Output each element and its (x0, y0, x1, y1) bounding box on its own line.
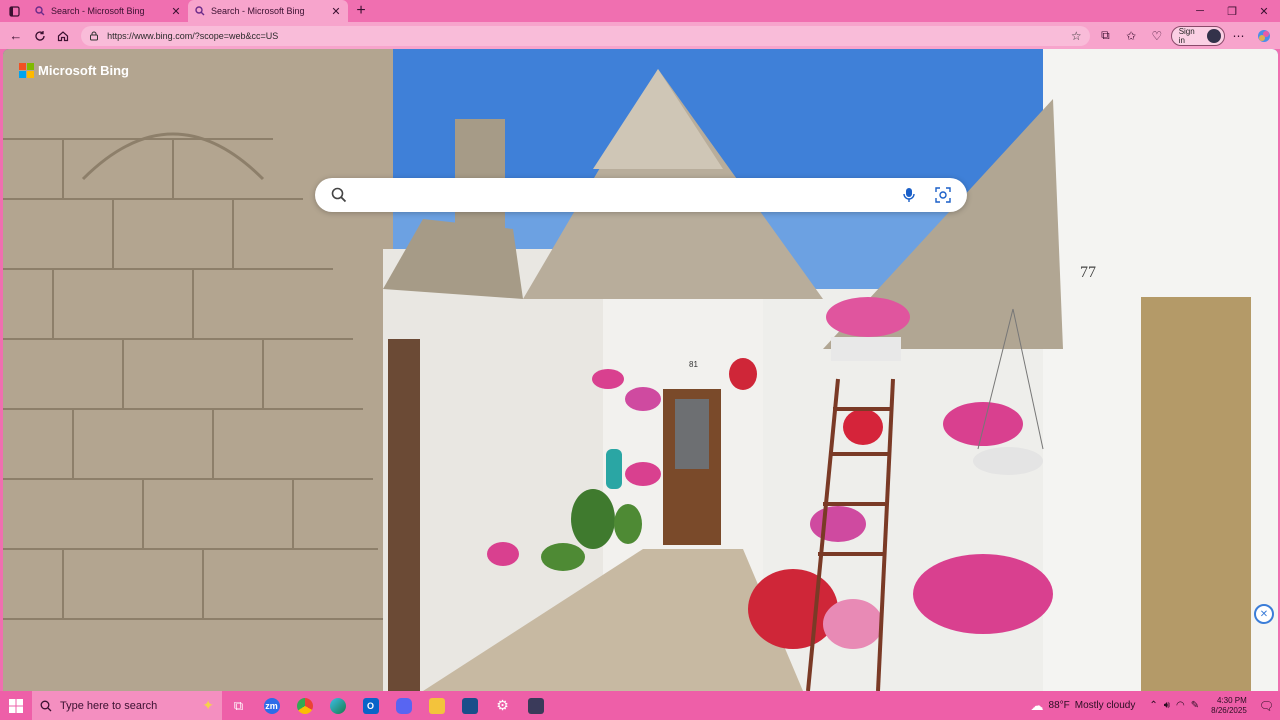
bing-page: 77 81 Microsoft Bing ✕ (3, 49, 1278, 691)
browser-essentials-icon[interactable]: ♡ (1145, 25, 1169, 47)
tab-title: Search - Microsoft Bing (211, 6, 305, 16)
maximize-icon[interactable]: ❐ (1216, 0, 1248, 22)
site-info-icon[interactable] (89, 31, 99, 41)
door-number: 81 (689, 360, 698, 369)
windows-logo-icon (9, 698, 23, 713)
refresh-icon (34, 30, 45, 41)
sign-in-button[interactable]: Sign in (1170, 25, 1225, 46)
gear-icon: ⚙ (496, 697, 509, 713)
chrome-icon (296, 697, 313, 714)
zoom-app[interactable]: zm (255, 691, 288, 720)
extensions-icon[interactable]: ⧉ (1094, 25, 1118, 47)
tool-icon: ✕ (1259, 608, 1269, 620)
notifications-icon[interactable]: 🗨︎ (1259, 699, 1274, 713)
sidebar-tool-button[interactable]: ✕ (1254, 604, 1274, 624)
home-icon (58, 30, 69, 41)
zoom-icon: zm (263, 697, 280, 714)
system-tray: ☁ 88°F Mostly cloudy ⌃ 🔊︎ ◠ ✎ 4:30 PM 8/… (1031, 691, 1280, 720)
weather-text: Mostly cloudy (1074, 700, 1136, 711)
outlook-app[interactable]: O (354, 691, 387, 720)
settings-app[interactable]: ⚙ (486, 691, 519, 720)
refresh-button[interactable] (28, 25, 52, 47)
search-input[interactable] (361, 187, 897, 203)
edge-icon (329, 697, 346, 714)
bing-logo[interactable]: Microsoft Bing (19, 63, 129, 78)
outlook-icon: O (362, 697, 379, 714)
minimize-icon[interactable]: ─ (1184, 0, 1216, 22)
background-image: 77 81 (3, 49, 1278, 691)
house-number: 77 (1080, 264, 1096, 281)
browser-toolbar: ← https://www.bing.com/?scope=web&cc=US … (0, 22, 1280, 49)
clock-time: 4:30 PM (1216, 695, 1247, 705)
camera-app[interactable] (453, 691, 486, 720)
back-button[interactable]: ← (4, 25, 28, 47)
avatar-icon (1206, 28, 1221, 43)
discord-icon (395, 697, 412, 714)
tab-strip: Search - Microsoft Bing ✕ Search - Micro… (0, 0, 1280, 22)
bing-search-icon (194, 6, 205, 17)
address-bar[interactable]: https://www.bing.com/?scope=web&cc=US ☆ (81, 25, 1090, 46)
tab-2[interactable]: Search - Microsoft Bing ✕ (188, 0, 348, 22)
favorite-star-icon[interactable]: ☆ (1071, 29, 1082, 43)
window-controls: ─ ❐ ✕ (1184, 0, 1280, 22)
task-view-icon: ⧉ (233, 697, 244, 713)
clock[interactable]: 4:30 PM 8/26/2025 (1211, 696, 1247, 716)
folder-icon (428, 697, 445, 714)
taskbar-search[interactable]: Type here to search ✦ (32, 691, 222, 720)
volume-icon[interactable]: 🔊︎ (1164, 700, 1170, 711)
close-tab-icon[interactable]: ✕ (170, 5, 182, 18)
wifi-icon[interactable]: ◠ (1176, 700, 1185, 711)
task-view-button[interactable]: ⧉ (222, 691, 255, 720)
copilot-icon[interactable] (1252, 25, 1276, 47)
home-button[interactable] (51, 25, 75, 47)
visual-search-icon[interactable] (931, 183, 955, 207)
favorites-icon[interactable]: ✩ (1119, 25, 1143, 47)
weather-widget[interactable]: ☁ 88°F Mostly cloudy (1031, 698, 1136, 714)
search-highlight-icon: ✦ (202, 697, 214, 713)
bing-logo-text: Microsoft Bing (38, 63, 129, 78)
cloudy-weather-icon: ☁ (1030, 697, 1044, 713)
more-options-icon[interactable]: ⋯ (1227, 25, 1251, 47)
tab-actions-icon (8, 5, 20, 17)
chat-icon (527, 697, 544, 714)
new-tab-button[interactable]: + (348, 0, 374, 22)
close-tab-icon[interactable]: ✕ (330, 5, 342, 18)
microsoft-logo-icon (19, 63, 34, 78)
weather-temp: 88°F (1048, 700, 1070, 711)
chrome-app[interactable] (288, 691, 321, 720)
tab-1[interactable]: Search - Microsoft Bing ✕ (28, 0, 188, 22)
start-button[interactable] (0, 691, 32, 720)
edge-app[interactable] (321, 691, 354, 720)
tab-actions-button[interactable] (0, 0, 28, 22)
sign-in-label: Sign in (1178, 26, 1195, 45)
search-icon[interactable] (327, 183, 351, 207)
taskbar-search-placeholder: Type here to search (60, 699, 158, 712)
tab-title: Search - Microsoft Bing (51, 6, 145, 16)
discord-app[interactable] (387, 691, 420, 720)
file-explorer-app[interactable] (420, 691, 453, 720)
chat-app[interactable] (519, 691, 552, 720)
chevron-up-icon[interactable]: ⌃ (1149, 700, 1157, 711)
camera-icon (461, 697, 478, 714)
search-icon (40, 700, 52, 711)
bing-search-icon (34, 6, 45, 17)
back-arrow-icon: ← (9, 28, 23, 43)
search-box[interactable] (315, 178, 967, 212)
taskbar: Type here to search ✦ ⧉ zm O ⚙ ☁ 88°F Mo… (0, 691, 1280, 720)
clock-date: 8/26/2025 (1211, 705, 1247, 715)
close-window-icon[interactable]: ✕ (1248, 0, 1280, 22)
pen-icon[interactable]: ✎ (1191, 700, 1199, 711)
microphone-icon[interactable] (897, 183, 921, 207)
url-text[interactable]: https://www.bing.com/?scope=web&cc=US (107, 31, 1063, 41)
